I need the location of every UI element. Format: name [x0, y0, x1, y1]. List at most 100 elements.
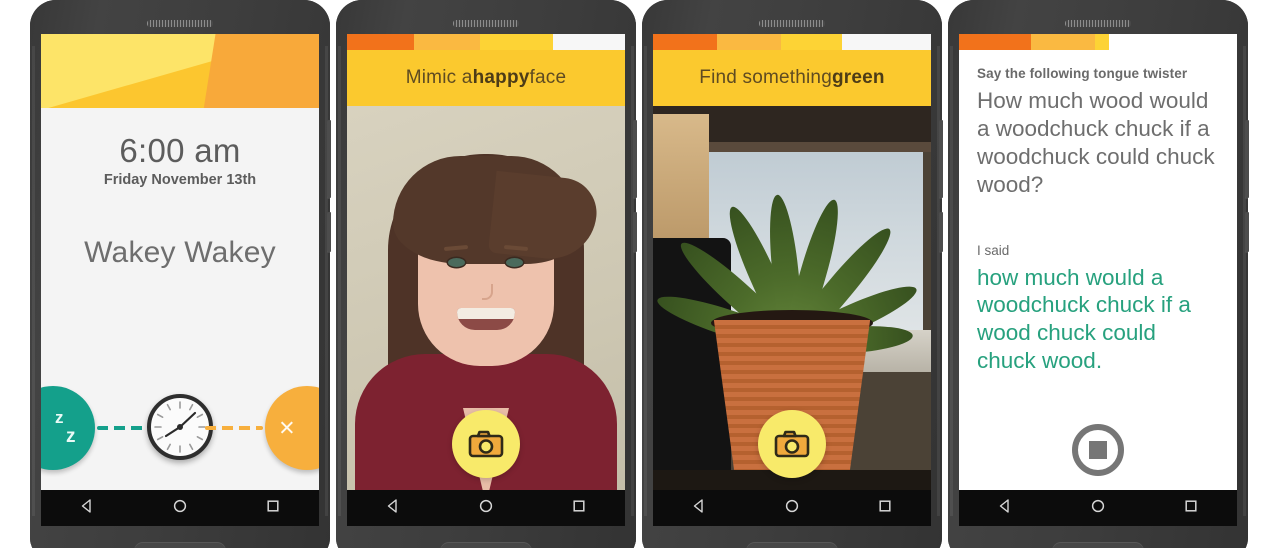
camera-viewport-selfie[interactable] [347, 106, 625, 504]
triangle-left-icon[interactable] [691, 498, 707, 519]
recognized-speech-text: how much would a woodchuck chuck if a wo… [977, 264, 1191, 374]
phone-mockup-find-green: Find something green [642, 0, 943, 548]
progress-segment [1095, 34, 1110, 50]
alarm-date: Friday November 13th [103, 172, 257, 188]
instruction-label: Say the following tongue twister [977, 66, 1188, 81]
teeth [457, 308, 515, 319]
square-icon[interactable] [1183, 498, 1199, 519]
prompt-prefix: Find something [699, 67, 832, 88]
progress-segment [780, 34, 843, 50]
bezel-highlight-right [1243, 46, 1246, 516]
camera-icon [468, 430, 504, 458]
power-button[interactable] [327, 120, 331, 198]
square-icon[interactable] [265, 498, 281, 519]
screen-mimic-face: Mimic a happy face [347, 34, 625, 504]
phone-mockup-mimic-face: Mimic a happy face [336, 0, 637, 548]
prompt-prefix: Mimic a [405, 67, 473, 88]
earpiece-speaker-grille [147, 20, 213, 27]
bottom-bezel-detail [1052, 542, 1144, 548]
bezel-highlight-right [937, 46, 940, 516]
eye-right [506, 258, 523, 267]
bezel-highlight-left [32, 46, 35, 516]
dismiss-button[interactable]: × [265, 386, 319, 470]
circle-icon[interactable] [784, 498, 800, 519]
progress-segment-empty [842, 34, 931, 50]
sunrise-shape-dark [197, 34, 319, 108]
bezel-highlight-right [325, 46, 328, 516]
bezel-highlight-left [338, 46, 341, 516]
earpiece-speaker-grille [1065, 20, 1131, 27]
progress-segment-empty [1109, 34, 1237, 50]
challenge-progress-bar [959, 34, 1237, 50]
screen-find-green: Find something green [653, 34, 931, 504]
power-button[interactable] [939, 120, 943, 198]
triangle-left-icon[interactable] [385, 498, 401, 519]
android-navigation-bar [959, 490, 1237, 526]
volume-button[interactable] [633, 212, 637, 252]
camera-viewport-plant[interactable] [653, 106, 931, 504]
result-label: I said [977, 242, 1010, 258]
square-icon[interactable] [571, 498, 587, 519]
screen-tongue-twister: Say the following tongue twister How muc… [959, 34, 1237, 504]
alarm-content: 6:00 am Friday November 13th Wakey Wakey… [41, 108, 319, 504]
alarm-slider[interactable]: z z × [41, 386, 319, 470]
progress-segment [347, 34, 414, 50]
volume-button[interactable] [327, 212, 331, 252]
progress-segment-empty [552, 34, 625, 50]
circle-icon[interactable] [1090, 498, 1106, 519]
alarm-greeting: Wakey Wakey [84, 236, 276, 269]
eye-left [448, 258, 465, 267]
triangle-left-icon[interactable] [79, 498, 95, 519]
bottom-bezel-detail [440, 542, 532, 548]
earpiece-speaker-grille [759, 20, 825, 27]
snooze-button[interactable]: z z [41, 386, 95, 470]
screenshot-canvas: 6:00 am Friday November 13th Wakey Wakey… [0, 0, 1280, 548]
dismiss-dashed-track [205, 426, 263, 430]
bezel-highlight-left [644, 46, 647, 516]
progress-segment [959, 34, 1032, 50]
camera-shutter-button[interactable] [758, 410, 826, 478]
tongue-twister-text: How much wood would a woodchuck chuck if… [977, 88, 1215, 197]
earpiece-speaker-grille [453, 20, 519, 27]
camera-icon [774, 430, 810, 458]
progress-segment [1031, 34, 1096, 50]
progress-segment [413, 34, 481, 50]
android-navigation-bar [347, 490, 625, 526]
challenge-prompt: Mimic a happy face [347, 50, 625, 106]
bottom-bezel-detail [746, 542, 838, 548]
power-button[interactable] [633, 120, 637, 198]
android-navigation-bar [653, 490, 931, 526]
alarm-time: 6:00 am [119, 132, 241, 169]
progress-segment [716, 34, 781, 50]
challenge-progress-bar [653, 34, 931, 50]
volume-button[interactable] [939, 212, 943, 252]
phone-mockup-tongue-twister: Say the following tongue twister How muc… [948, 0, 1249, 548]
bottom-bezel-detail [134, 542, 226, 548]
challenge-progress-bar [347, 34, 625, 50]
snooze-z-bottom: z [66, 426, 76, 447]
bezel-highlight-left [950, 46, 953, 516]
bezel-highlight-right [631, 46, 634, 516]
circle-icon[interactable] [172, 498, 188, 519]
prompt-emphasis: green [831, 67, 885, 88]
stop-recording-icon[interactable] [1072, 424, 1124, 476]
triangle-left-icon[interactable] [997, 498, 1013, 519]
power-button[interactable] [1245, 120, 1249, 198]
volume-button[interactable] [1245, 212, 1249, 252]
smiling-mouth [457, 308, 515, 330]
circle-icon[interactable] [478, 498, 494, 519]
progress-segment [653, 34, 717, 50]
square-icon[interactable] [877, 498, 893, 519]
prompt-suffix: face [529, 67, 567, 88]
phone-mockup-alarm: 6:00 am Friday November 13th Wakey Wakey… [30, 0, 331, 548]
prompt-emphasis: happy [472, 67, 530, 88]
camera-shutter-button[interactable] [452, 410, 520, 478]
screen-alarm-ringing: 6:00 am Friday November 13th Wakey Wakey… [41, 34, 319, 504]
analog-clock-icon[interactable] [147, 394, 213, 460]
challenge-prompt: Find something green [653, 50, 931, 106]
progress-segment [480, 34, 553, 50]
stop-square-glyph [1089, 441, 1107, 459]
close-x-icon: × [279, 412, 295, 443]
sunrise-header-graphic [41, 34, 319, 108]
android-navigation-bar [41, 490, 319, 526]
